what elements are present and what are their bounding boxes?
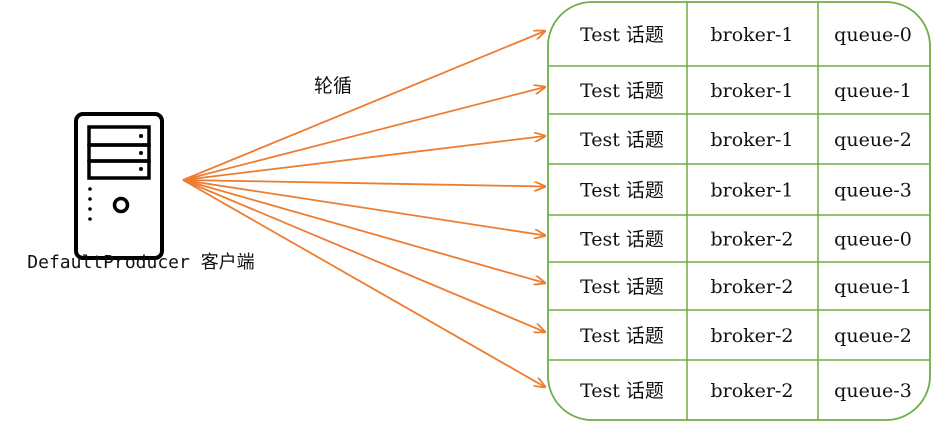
server-tower-icon [74, 112, 164, 260]
queue-cell: queue-3 [834, 380, 912, 402]
queue-row: Test 话题 broker-2 queue-1 [580, 276, 912, 298]
topic-cell: Test 话题 [580, 380, 664, 402]
topic-cell: Test 话题 [580, 229, 664, 251]
arrow-to-queue [182, 179, 545, 236]
broker-cell: broker-2 [710, 380, 793, 402]
queue-table-border [547, 1, 931, 421]
queue-row: Test 话题 broker-2 queue-0 [580, 229, 912, 251]
queue-row: Test 话题 broker-2 queue-2 [580, 325, 912, 347]
broker-cell: broker-1 [710, 80, 793, 102]
topic-cell: Test 话题 [580, 276, 664, 298]
queue-cell: queue-0 [834, 229, 912, 251]
queue-row: Test 话题 broker-2 queue-3 [580, 380, 912, 402]
queue-row: Test 话题 broker-1 queue-1 [580, 80, 912, 102]
arrow-to-queue [182, 179, 545, 187]
topic-cell: Test 话题 [580, 180, 664, 202]
topic-cell: Test 话题 [580, 80, 664, 102]
broker-cell: broker-2 [710, 229, 793, 251]
table-grid [548, 2, 930, 420]
queue-cell: queue-0 [834, 24, 912, 46]
broker-cell: broker-2 [710, 276, 793, 298]
topic-cell: Test 话题 [580, 325, 664, 347]
queue-cell: queue-2 [834, 129, 912, 151]
topic-cell: Test 话题 [580, 24, 664, 46]
queue-cell: queue-1 [834, 276, 912, 298]
queue-row: Test 话题 broker-1 queue-0 [580, 24, 912, 46]
queue-cell: queue-3 [834, 180, 912, 202]
arrow-to-queue [182, 87, 545, 181]
arrow-to-queue [182, 179, 545, 387]
broker-cell: broker-1 [710, 180, 793, 202]
topic-cell: Test 话题 [580, 129, 664, 151]
broker-cell: broker-1 [710, 24, 793, 46]
broker-cell: broker-1 [710, 129, 793, 151]
queue-row: Test 话题 broker-1 queue-2 [580, 129, 912, 151]
queue-cell: queue-1 [834, 80, 912, 102]
client-label: DefaultProducer 客户端 [27, 252, 254, 273]
producer-queue-diagram: DefaultProducer 客户端 轮循 Test 话题 broker-1 qu… [27, 1, 931, 421]
queue-table: Test 话题 broker-1 queue-0 Test 话题 broker-1 que… [547, 1, 931, 421]
round-robin-label: 轮循 [314, 75, 352, 97]
queue-row: Test 话题 broker-1 queue-3 [580, 180, 912, 202]
broker-cell: broker-2 [710, 325, 793, 347]
arrow-group [182, 31, 545, 387]
queue-cell: queue-2 [834, 325, 912, 347]
